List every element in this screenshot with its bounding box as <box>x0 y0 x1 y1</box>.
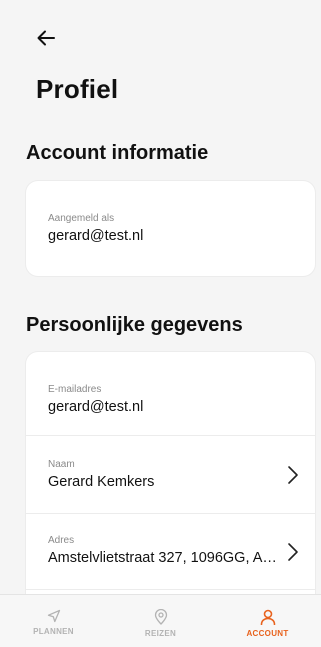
signed-in-label: Aangemeld als <box>48 213 115 224</box>
personal-card: E-mailadres gerard@test.nl Naam Gerard K… <box>26 352 315 602</box>
navigation-arrow-icon <box>47 609 60 623</box>
tab-reizen-label: REIZEN <box>144 629 177 638</box>
signed-in-value: gerard@test.nl <box>48 228 144 244</box>
email-label: E-mailadres <box>48 384 102 395</box>
tab-reizen[interactable]: REIZEN <box>107 595 214 647</box>
personal-section-title: Persoonlijke gegevens <box>26 314 243 336</box>
page-title: Profiel <box>36 74 119 104</box>
signed-in-row: Aangemeld als gerard@test.nl <box>26 181 315 276</box>
email-row: E-mailadres gerard@test.nl <box>26 352 315 436</box>
account-section-title: Account informatie <box>26 142 209 164</box>
bottom-tab-bar: PLANNEN REIZEN ACCOUNT <box>0 594 321 647</box>
arrow-left-icon <box>37 30 55 46</box>
account-card: Aangemeld als gerard@test.nl <box>26 181 315 276</box>
tab-plannen[interactable]: PLANNEN <box>0 595 107 647</box>
address-row[interactable]: Adres Amstelvlietstraat 327, 1096GG, Ams… <box>26 514 315 590</box>
tab-account-label: ACCOUNT <box>246 629 289 638</box>
address-value: Amstelvlietstraat 327, 1096GG, Amsterdam <box>48 550 288 566</box>
name-value: Gerard Kemkers <box>48 474 155 490</box>
chevron-right-icon <box>288 542 298 561</box>
address-label: Adres <box>48 535 75 546</box>
name-label: Naam <box>48 459 75 470</box>
email-value: gerard@test.nl <box>48 399 144 415</box>
name-row[interactable]: Naam Gerard Kemkers <box>26 436 315 514</box>
tab-plannen-label: PLANNEN <box>33 627 74 636</box>
chevron-right-icon <box>288 465 298 484</box>
user-icon <box>260 609 275 625</box>
location-pin-icon <box>154 609 167 625</box>
back-button[interactable] <box>34 28 58 48</box>
tab-account[interactable]: ACCOUNT <box>214 595 321 647</box>
